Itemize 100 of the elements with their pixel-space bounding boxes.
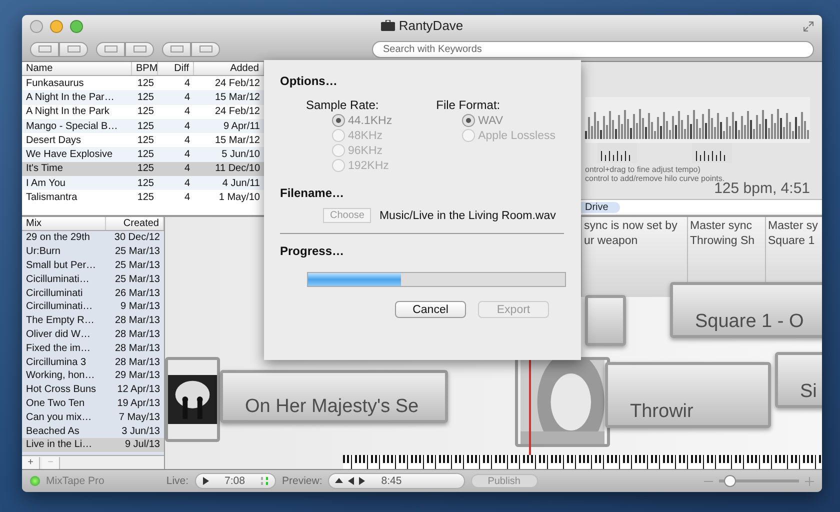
section-heading: Progress… bbox=[280, 244, 346, 258]
table-cell-text: 4 Jun/11 bbox=[221, 178, 261, 189]
fullscreen-icon[interactable] bbox=[803, 20, 814, 32]
audio-clip[interactable]: Throwir bbox=[605, 362, 771, 428]
column-header[interactable]: Created bbox=[106, 217, 164, 230]
clip-title: Si bbox=[799, 381, 817, 404]
layout-icon bbox=[170, 45, 184, 53]
table-row[interactable]: Working, hon… 29 Mar/13 bbox=[22, 368, 164, 383]
status-light bbox=[30, 476, 40, 486]
toolbar-button[interactable] bbox=[30, 42, 59, 56]
column-header[interactable]: BPM bbox=[132, 62, 158, 75]
toolbar-button[interactable] bbox=[162, 42, 191, 56]
note-text: Master sync bbox=[690, 219, 753, 234]
table-cell-text: 25 Mar/13 bbox=[114, 274, 161, 285]
table-cell-text: 4 bbox=[183, 134, 191, 146]
section-heading: Options… bbox=[280, 74, 338, 88]
tag[interactable]: Drive bbox=[581, 202, 620, 212]
audio-clip[interactable]: Si bbox=[775, 352, 822, 408]
table-cell-text: 125 bbox=[136, 92, 155, 103]
note-text: Throwing Sh bbox=[690, 234, 756, 249]
table-cell-text: 125 bbox=[136, 106, 155, 118]
eject-icon bbox=[335, 477, 344, 485]
table-cell-text: 12 Apr/13 bbox=[116, 384, 161, 396]
table-cell-text: A Night In the Par… bbox=[25, 92, 116, 103]
table-cell-text: Circilluminati… bbox=[25, 301, 94, 312]
table-cell-text: 125 bbox=[136, 120, 155, 132]
table-cell-text: 4 bbox=[183, 92, 191, 103]
play-button[interactable] bbox=[358, 477, 366, 485]
table-row[interactable]: Talismantra 125 4 1 May/10 bbox=[22, 190, 264, 205]
table-cell-text: Small but Per… bbox=[25, 260, 98, 271]
slider-thumb[interactable] bbox=[724, 475, 736, 487]
table-cell-text: 125 bbox=[136, 149, 155, 160]
window-title: RantyDave bbox=[398, 18, 464, 33]
table-cell-text: 29 Mar/13 bbox=[114, 370, 161, 382]
search-field[interactable]: Search with Keywords bbox=[372, 40, 814, 58]
table-row[interactable]: Mango - Special B… 125 4 9 Apr/11 bbox=[22, 118, 264, 134]
table-cell-text: Desert Days bbox=[25, 134, 82, 146]
toolbar-button[interactable] bbox=[59, 42, 88, 56]
clip-title: On Her Majesty's Se bbox=[244, 396, 419, 419]
table-row[interactable]: Beached As 3 Jun/13 bbox=[22, 424, 164, 438]
field-label: File Format: bbox=[436, 98, 502, 112]
table-cell-text: 1 May/10 bbox=[218, 192, 261, 204]
table-row[interactable]: One Two Ten 19 Apr/13 bbox=[22, 396, 164, 410]
table-cell-text: 4 bbox=[183, 106, 191, 118]
tempo-reading: 125 bpm, 4:51 bbox=[714, 180, 810, 197]
layout-icon bbox=[66, 45, 80, 53]
note-text: Square 1 bbox=[768, 234, 816, 249]
table-row[interactable]: 29 on the 29th 30 Dec/12 bbox=[22, 231, 164, 245]
table-row[interactable]: It's Time 125 4 11 Dec/10 bbox=[22, 162, 264, 176]
table-row[interactable]: I Am You 125 4 4 Jun/11 bbox=[22, 176, 264, 190]
table-cell-text: Oliver did W… bbox=[25, 328, 92, 340]
table-cell-text: 4 bbox=[183, 78, 191, 89]
table-cell-text: 9 Apr/11 bbox=[222, 120, 261, 132]
minimize-button[interactable] bbox=[50, 20, 63, 32]
briefcase-icon bbox=[380, 20, 395, 31]
eject-button[interactable] bbox=[335, 477, 344, 485]
add-button[interactable]: + bbox=[22, 456, 40, 468]
table-row[interactable]: The Empty R… 28 Mar/13 bbox=[22, 314, 164, 328]
table-cell-text: 4 bbox=[183, 163, 191, 174]
table-row[interactable]: Small but Per… 25 Mar/13 bbox=[22, 258, 164, 272]
close-button[interactable] bbox=[30, 20, 43, 32]
audio-clip[interactable]: On Her Majesty's Se bbox=[220, 370, 448, 423]
table-cell-text: Fixed the im… bbox=[25, 342, 92, 354]
table-cell-text: Mango - Special B… bbox=[25, 120, 119, 132]
table-cell-text: We Have Explosive bbox=[25, 149, 114, 160]
table-cell-text: 15 Mar/12 bbox=[214, 134, 261, 146]
table-cell-text: 125 bbox=[136, 134, 155, 146]
toolbar-button[interactable] bbox=[96, 42, 125, 56]
table-cell-text: 26 Mar/13 bbox=[114, 288, 161, 299]
section-heading: Filename… bbox=[280, 186, 346, 200]
column-header[interactable]: Name bbox=[22, 62, 132, 75]
table-cell-text: 24 Feb/12 bbox=[214, 106, 261, 118]
audio-clip[interactable]: Square 1 - O bbox=[670, 282, 822, 338]
table-row[interactable]: A Night In the Park 125 4 24 Feb/12 bbox=[22, 104, 264, 119]
table-cell-text: 4 bbox=[183, 178, 191, 189]
toolbar-button[interactable] bbox=[191, 42, 220, 56]
table-row[interactable]: Funkasaurus 125 4 24 Feb/12 bbox=[22, 76, 264, 90]
table-cell-text: 9 Jul/13 bbox=[124, 439, 161, 450]
table-cell-text: 125 bbox=[136, 163, 155, 174]
table-cell-text: A Night In the Park bbox=[25, 106, 110, 118]
toolbar-button[interactable] bbox=[125, 42, 154, 56]
dialog-button[interactable]: Cancel bbox=[395, 301, 466, 318]
table-cell-text: Funkasaurus bbox=[25, 78, 85, 89]
hint-text: control to add/remove hilo curve points. bbox=[585, 174, 725, 183]
play-icon bbox=[358, 477, 366, 485]
play-button[interactable] bbox=[202, 477, 209, 485]
rewind-button[interactable] bbox=[347, 477, 354, 485]
table-row[interactable]: Desert Days 125 4 15 Mar/12 bbox=[22, 133, 264, 148]
column-header[interactable]: Mix bbox=[22, 217, 106, 230]
preview-label: Preview: bbox=[282, 475, 322, 487]
table-cell-text: One Two Ten bbox=[25, 398, 86, 409]
table-row[interactable]: A Night In the Par… 125 4 15 Mar/12 bbox=[22, 90, 264, 105]
table-row[interactable]: Fixed the im… 28 Mar/13 bbox=[22, 341, 164, 356]
audio-clip[interactable] bbox=[585, 295, 626, 346]
table-row[interactable]: Circilluminati 26 Mar/13 bbox=[22, 286, 164, 300]
table-row[interactable]: We Have Explosive 125 4 5 Jun/10 bbox=[22, 147, 264, 162]
beat-ruler bbox=[692, 143, 732, 163]
table-row[interactable]: Live in the Li… 9 Jul/13 bbox=[22, 438, 164, 452]
column-header[interactable]: Diff bbox=[158, 62, 194, 75]
zoom-button[interactable] bbox=[70, 20, 83, 32]
